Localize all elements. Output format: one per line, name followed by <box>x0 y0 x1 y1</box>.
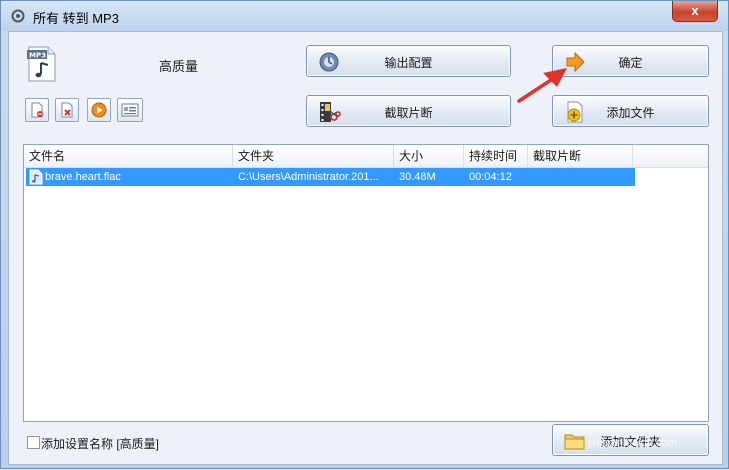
info-button[interactable] <box>117 98 143 122</box>
cell-duration: 00:04:12 <box>469 171 512 183</box>
add-file-button[interactable]: 添加文件 <box>552 95 709 127</box>
column-header-size[interactable]: 大小 <box>394 145 464 167</box>
output-config-button[interactable]: 输出配置 <box>306 45 511 77</box>
close-button[interactable]: x <box>672 1 718 22</box>
column-header-duration[interactable]: 持续时间 <box>464 145 528 167</box>
add-setting-name-checkbox[interactable] <box>27 436 40 449</box>
mp3-file-icon: MP3 <box>27 46 56 82</box>
info-icon <box>121 103 139 117</box>
cell-clip <box>533 168 633 186</box>
remove-file-icon <box>31 102 43 118</box>
window-title: 所有 转到 MP3 <box>33 11 119 26</box>
audio-file-icon <box>29 169 43 185</box>
list-header: 文件名 文件夹 大小 持续时间 截取片断 <box>24 145 708 168</box>
clip-button[interactable]: 截取片断 <box>306 95 511 127</box>
svg-text:MP3: MP3 <box>29 52 46 60</box>
file-list[interactable]: 文件名 文件夹 大小 持续时间 截取片断 brave.heart.flac C:… <box>23 144 709 422</box>
column-header-folder[interactable]: 文件夹 <box>233 145 394 167</box>
app-icon <box>11 9 25 23</box>
cell-name: brave.heart.flac <box>45 171 121 183</box>
column-header-clip[interactable]: 截取片断 <box>528 145 633 167</box>
clear-list-icon <box>61 102 73 118</box>
table-row[interactable]: brave.heart.flac C:\Users\Administrator.… <box>26 168 635 186</box>
play-icon <box>91 102 107 118</box>
title-bar[interactable]: 所有 转到 MP3 x <box>1 1 728 31</box>
clear-list-button[interactable] <box>55 98 79 122</box>
column-header-name[interactable]: 文件名 <box>24 145 233 167</box>
remove-file-button[interactable] <box>25 98 49 122</box>
add-setting-name-label: 添加设置名称 [高质量] <box>41 437 160 451</box>
baidu-watermark: Baidu 经验 jingyan.baidu.com <box>556 399 677 449</box>
play-button[interactable] <box>87 98 111 122</box>
preset-label: 高质量 <box>159 59 199 74</box>
cell-size: 30.48M <box>399 171 436 183</box>
close-icon: x <box>691 3 699 18</box>
cell-folder: C:\Users\Administrator.201... <box>238 171 379 183</box>
ok-button[interactable]: 确定 <box>552 45 709 77</box>
app-window: 所有 转到 MP3 x MP3 高质量 输出配置 确定 截取片断 添加文件 文件… <box>0 0 729 469</box>
